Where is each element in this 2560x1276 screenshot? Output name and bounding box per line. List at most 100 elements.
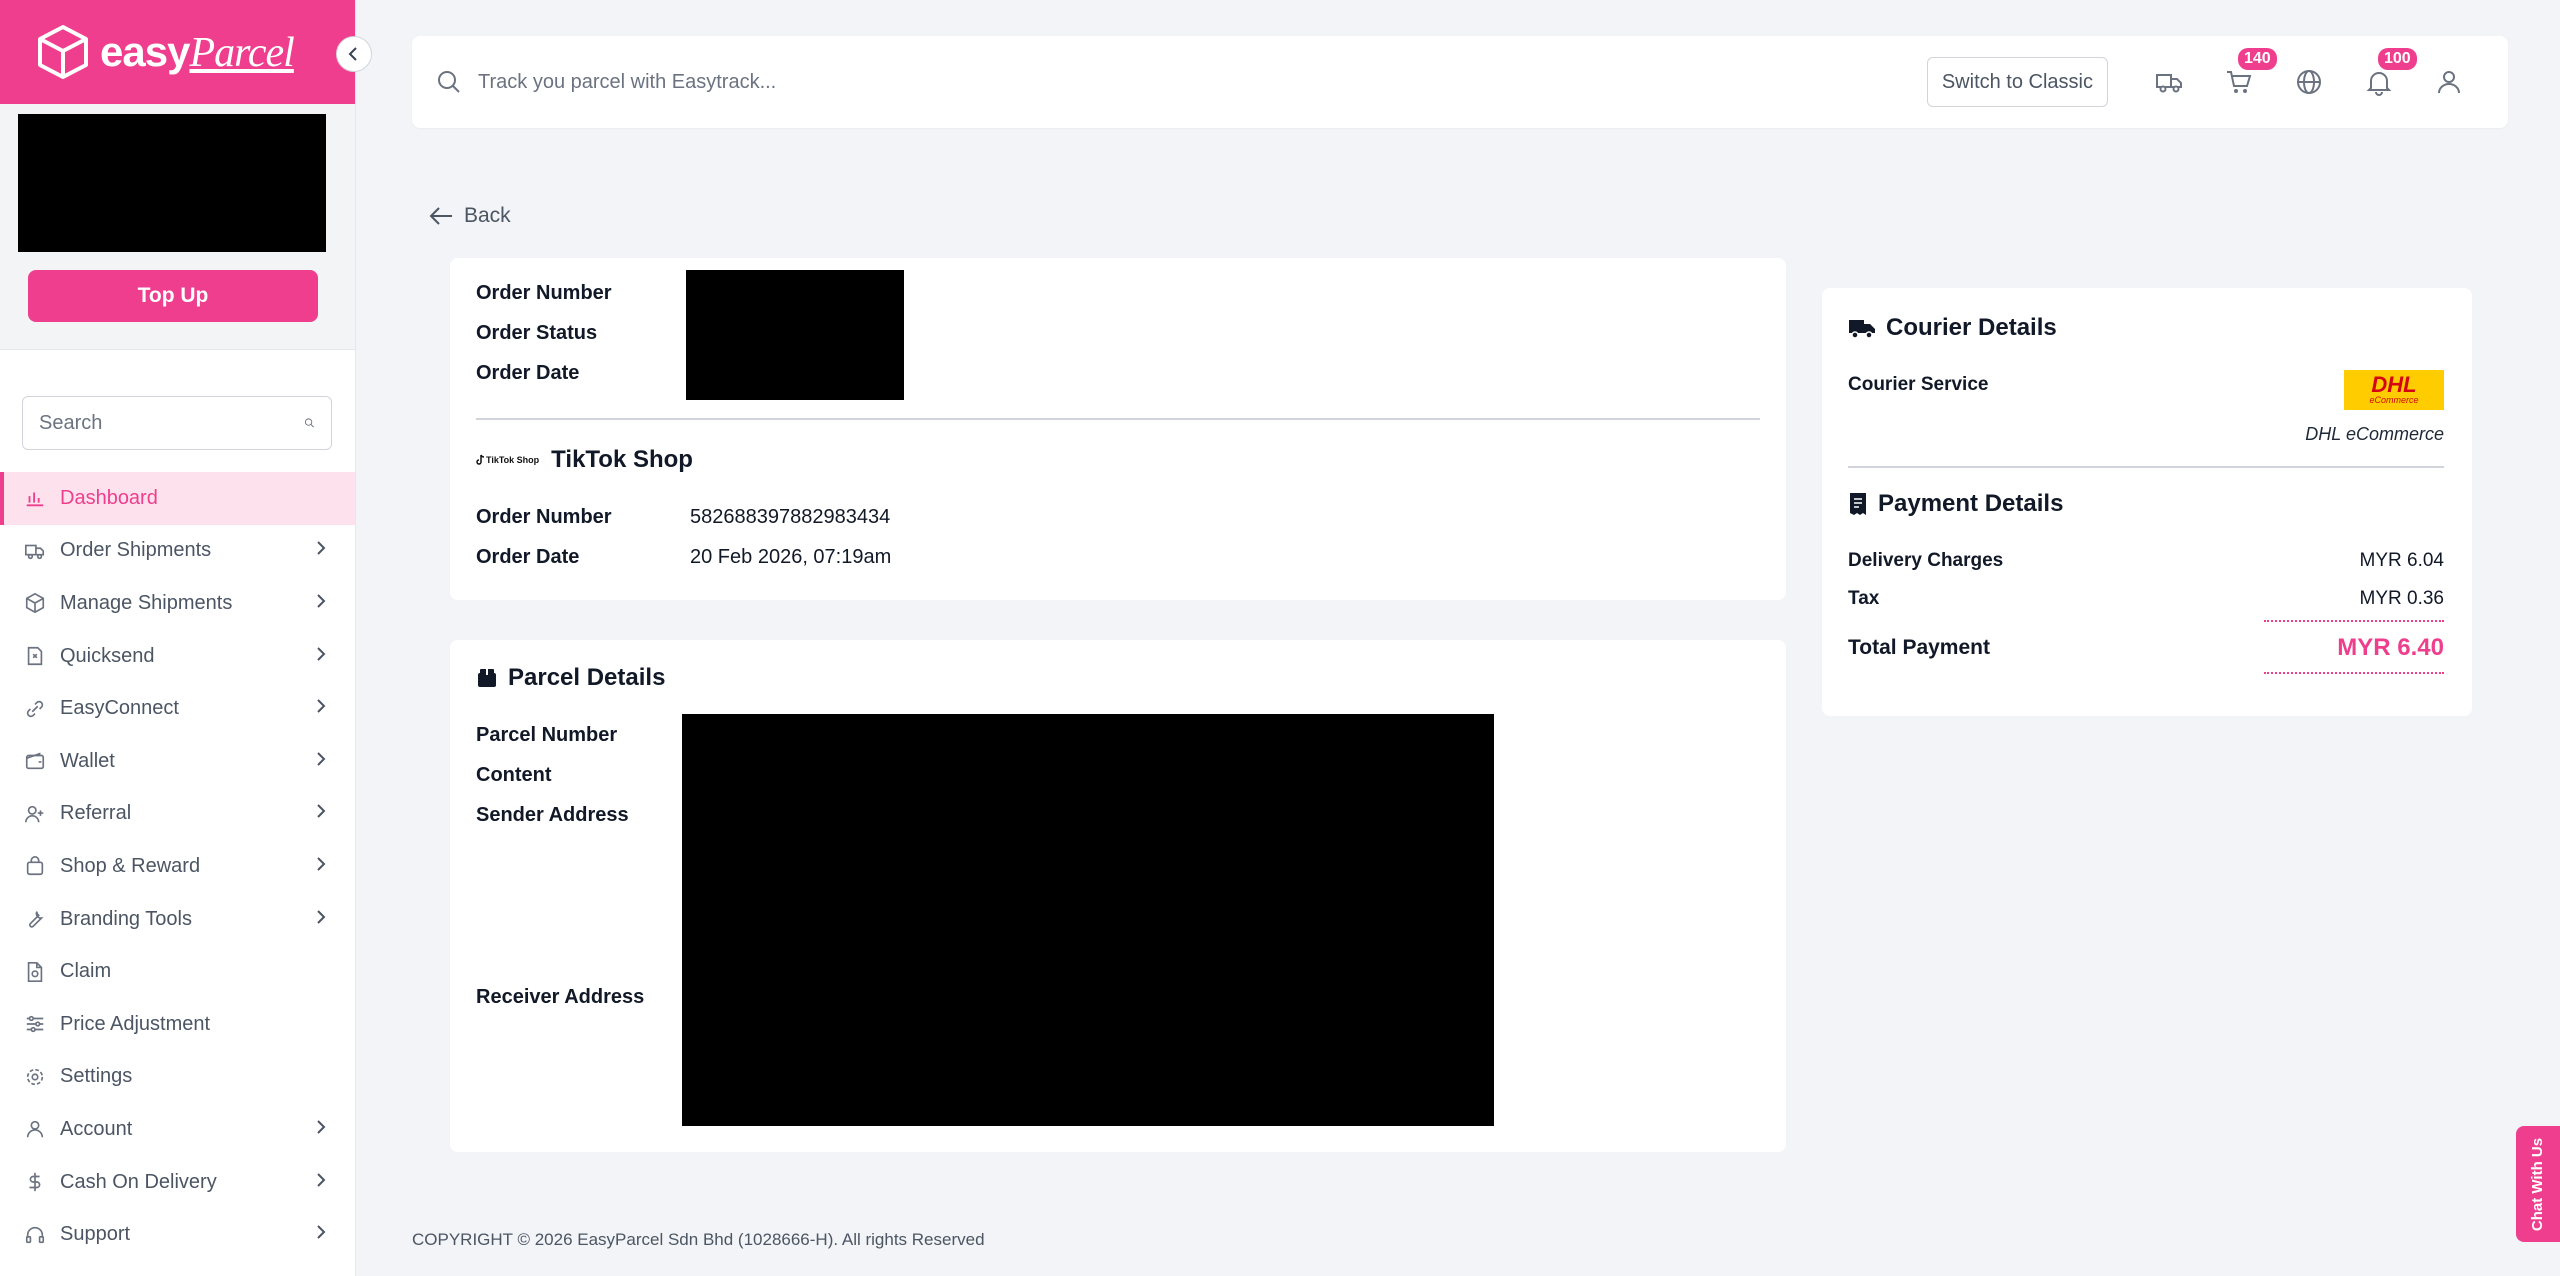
box-icon — [24, 592, 46, 614]
sliders-icon — [24, 1013, 46, 1035]
wrench-icon — [24, 908, 46, 930]
total-payment-value: MYR 6.40 — [2337, 634, 2444, 661]
platform-title: TikTok Shop TikTok Shop — [476, 446, 693, 474]
sidebar-item-shop-reward[interactable]: Shop & Reward — [0, 840, 355, 893]
truck-icon — [2156, 74, 2182, 93]
sender-address-label: Sender Address — [476, 804, 629, 826]
tax-label: Tax — [1848, 588, 1880, 609]
brand-header: easyParcel — [0, 0, 355, 104]
content-label: Content — [476, 764, 552, 786]
tiktok-shop-logo: TikTok Shop — [476, 454, 539, 466]
sidebar-item-order-shipments[interactable]: Order Shipments — [0, 525, 355, 578]
sidebar-item-label: Referral — [60, 802, 132, 825]
chevron-right-icon — [313, 645, 329, 668]
account-panel: Top Up — [0, 104, 355, 350]
notification-badge: 100 — [2378, 48, 2417, 70]
platform-name: TikTok Shop — [551, 446, 693, 473]
chevron-right-icon — [313, 592, 329, 615]
sidebar-item-easyconnect[interactable]: EasyConnect — [0, 682, 355, 735]
arrow-left-icon — [429, 207, 452, 225]
chevron-right-icon — [313, 1223, 329, 1246]
chevron-right-icon — [313, 908, 329, 931]
parcel-number-label: Parcel Number — [476, 724, 618, 746]
delivery-charges-value: MYR 6.04 — [2359, 550, 2444, 571]
chart-icon — [24, 487, 46, 509]
payment-details-title: Payment Details — [1848, 490, 2063, 518]
back-label: Back — [464, 204, 511, 227]
track-parcel-input[interactable] — [478, 70, 1927, 94]
sidebar-item-label: Account — [60, 1117, 133, 1140]
cart-button[interactable]: 140 — [2204, 48, 2277, 112]
chevron-right-icon — [313, 855, 329, 878]
globe-icon — [2297, 70, 2321, 94]
order-divider — [476, 418, 1760, 420]
sidebar-item-account[interactable]: Account — [0, 1103, 355, 1156]
sidebar-item-label: Wallet — [60, 749, 115, 772]
switch-to-classic-button[interactable]: Switch to Classic — [1926, 57, 2108, 107]
chevron-right-icon — [313, 539, 329, 562]
back-link[interactable]: Back — [428, 204, 511, 228]
order-status-label: Order Status — [476, 322, 598, 344]
sidebar-item-label: Manage Shipments — [60, 591, 233, 614]
cart-icon — [2227, 71, 2252, 93]
notifications-button[interactable]: 100 — [2344, 48, 2417, 112]
receiver-address-label: Receiver Address — [476, 986, 645, 1008]
user-icon — [24, 1118, 46, 1140]
chat-with-us-button[interactable]: Chat With Us — [2516, 1126, 2560, 1242]
gear-icon — [24, 1066, 46, 1088]
courier-payment-card: Courier Details Courier Service DHL eCom… — [1822, 288, 2472, 716]
sidebar-item-price-adjustment[interactable]: Price Adjustment — [0, 998, 355, 1051]
chevron-right-icon — [313, 802, 329, 825]
sidebar-item-dashboard[interactable]: Dashboard — [0, 472, 355, 525]
courier-service-name: DHL eCommerce — [2305, 424, 2444, 444]
sidebar-item-branding-tools[interactable]: Branding Tools — [0, 893, 355, 946]
user-icon — [2438, 71, 2460, 94]
sidebar-item-wallet[interactable]: Wallet — [0, 735, 355, 788]
sidebar-collapse-button[interactable] — [336, 36, 372, 72]
sidebar-search-input[interactable] — [39, 411, 304, 435]
redacted-account-info — [18, 114, 326, 252]
sidebar-item-label: Price Adjustment — [60, 1012, 211, 1035]
wallet-icon — [24, 750, 46, 772]
sidebar-item-label: Settings — [60, 1065, 133, 1088]
search-icon[interactable] — [304, 411, 315, 435]
total-payment-label: Total Payment — [1848, 636, 1990, 659]
sidebar-item-referral[interactable]: Referral — [0, 788, 355, 841]
sidebar-item-claim[interactable]: Claim — [0, 945, 355, 998]
chevron-right-icon — [313, 750, 329, 773]
chevron-right-icon — [313, 697, 329, 720]
total-top-rule — [2264, 620, 2444, 622]
shipment-truck-button[interactable] — [2134, 52, 2204, 112]
sidebar-item-settings[interactable]: Settings — [0, 1051, 355, 1104]
chat-label: Chat With Us — [2529, 1137, 2547, 1231]
dhl-logo: DHL eCommerce — [2344, 370, 2444, 410]
courier-details-title: Courier Details — [1848, 314, 2057, 342]
sidebar-item-label: Shop & Reward — [60, 854, 201, 877]
truck-icon — [1848, 316, 1876, 340]
language-button[interactable] — [2274, 52, 2344, 112]
top-up-button[interactable]: Top Up — [28, 270, 318, 322]
platform-order-number-label: Order Number — [476, 506, 612, 528]
sidebar-item-quicksend[interactable]: Quicksend — [0, 630, 355, 683]
sidebar-item-manage-shipments[interactable]: Manage Shipments — [0, 577, 355, 630]
platform-order-date: 20 Feb 2026, 07:19am — [690, 546, 892, 568]
platform-order-number: 582688397882983434 — [690, 506, 891, 528]
top-bar: Switch to Classic 140 100 — [412, 36, 2508, 128]
parcel-details-card: Parcel Details Parcel Number Content Sen… — [450, 640, 1786, 1152]
link-icon — [24, 698, 46, 720]
profile-button[interactable] — [2414, 52, 2484, 112]
document-icon — [24, 961, 46, 983]
sidebar-item-label: Dashboard — [60, 486, 158, 509]
chevron-right-icon — [313, 1118, 329, 1141]
search-icon — [438, 71, 460, 93]
delivery-charges-label: Delivery Charges — [1848, 550, 2004, 571]
order-date-label: Order Date — [476, 362, 580, 384]
order-number-label: Order Number — [476, 282, 612, 304]
sidebar-item-cash-on-delivery[interactable]: Cash On Delivery — [0, 1156, 355, 1209]
sidebar-item-support[interactable]: Support — [0, 1208, 355, 1261]
total-bottom-rule — [2264, 672, 2444, 674]
tiktok-icon — [476, 454, 485, 465]
sidebar: easyParcel Top Up Dashboard Order Shipmen… — [0, 0, 372, 1276]
copyright-footer: COPYRIGHT © 2026 EasyParcel Sdn Bhd (102… — [412, 1230, 985, 1249]
tax-value: MYR 0.36 — [2359, 588, 2444, 609]
